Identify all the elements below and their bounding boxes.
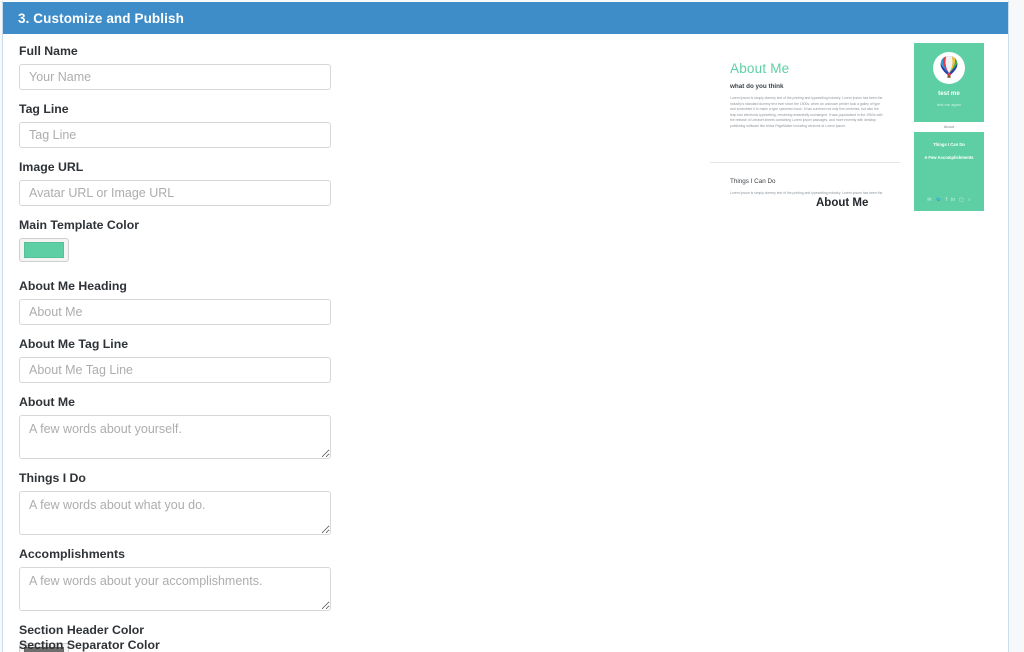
about-me-tag-line-input[interactable] [19, 357, 331, 383]
main-template-color-swatch [24, 242, 64, 258]
things-i-do-textarea[interactable] [19, 491, 331, 535]
main-template-color-picker[interactable] [19, 238, 69, 262]
linkedin-icon[interactable]: in [951, 197, 955, 203]
preview-nav-about[interactable]: About [914, 124, 984, 129]
preview-profile-card: test me test me again [914, 43, 984, 122]
field-main-template-color: Main Template Color [19, 218, 334, 267]
field-things-i-do: Things I Do [19, 471, 334, 535]
instagram-icon[interactable]: ▢ [959, 197, 964, 203]
accomplishments-textarea[interactable] [19, 567, 331, 611]
preview-nav-item-accomplishments[interactable]: A Few Accomplishments [914, 155, 984, 160]
full-name-input[interactable] [19, 64, 331, 90]
preview-nav-item-things-i-can-do[interactable]: Things I Can Do [914, 142, 984, 147]
field-label-about-me-tag-line: About Me Tag Line [19, 337, 129, 351]
field-label-image-url: Image URL [19, 160, 84, 174]
app-root: 3. Customize and Publish Full Name Tag L… [0, 0, 1024, 652]
template-preview[interactable]: About Me what do you think Lorem Ipsum i… [704, 40, 984, 215]
field-about-me: About Me [19, 395, 334, 459]
preview-main-content: About Me what do you think Lorem Ipsum i… [704, 40, 904, 215]
field-accomplishments: Accomplishments [19, 547, 334, 611]
field-label-about-me: About Me [19, 395, 76, 409]
preview-card-name: test me [938, 90, 960, 97]
envelope-icon[interactable]: ✉ [927, 197, 931, 203]
panel-header: 3. Customize and Publish [3, 2, 1008, 34]
preview-nav-card: Things I Can Do A Few Accomplishments ✉ … [914, 132, 984, 211]
twitter-icon[interactable]: 🐦 [935, 197, 941, 203]
image-url-input[interactable] [19, 180, 331, 206]
field-full-name: Full Name [19, 44, 334, 90]
field-label-section-header-color: Section Header Color [19, 623, 145, 637]
field-label-full-name: Full Name [19, 44, 78, 58]
facebook-icon[interactable]: f [946, 197, 947, 203]
preview-section-title: Things I Can Do [730, 178, 776, 185]
preview-about-body: Lorem Ipsum is simply dummy text of the … [730, 96, 883, 128]
field-tag-line: Tag Line [19, 102, 334, 148]
field-label-about-me-heading: About Me Heading [19, 279, 127, 293]
field-label-accomplishments: Accomplishments [19, 547, 125, 561]
preview-about-tagline: what do you think [730, 83, 784, 90]
hot-air-balloon-icon [933, 52, 965, 84]
preview-bottom-title: About Me [816, 197, 869, 209]
field-about-me-tag-line: About Me Tag Line [19, 337, 334, 383]
field-image-url: Image URL [19, 160, 334, 206]
github-icon[interactable]: ○ [968, 197, 971, 203]
field-label-section-separator-color: Section Separator Color [19, 638, 160, 652]
field-label-things-i-do: Things I Do [19, 471, 86, 485]
preview-social-links: ✉ 🐦 f in ▢ ○ [914, 197, 984, 203]
preview-section-divider [710, 162, 900, 163]
preview-card-subtitle: test me again [936, 102, 961, 107]
field-label-main-template-color: Main Template Color [19, 218, 140, 232]
preview-section-body: Lorem Ipsum is simply dummy text of the … [730, 191, 883, 195]
about-me-textarea[interactable] [19, 415, 331, 459]
tag-line-input[interactable] [19, 122, 331, 148]
field-label-tag-line: Tag Line [19, 102, 69, 116]
panel-header-title: 3. Customize and Publish [18, 10, 184, 26]
preview-about-heading: About Me [730, 61, 790, 76]
customize-form: Full Name Tag Line Image URL Main Templa… [19, 44, 334, 652]
field-about-me-heading: About Me Heading [19, 279, 334, 325]
about-me-heading-input[interactable] [19, 299, 331, 325]
